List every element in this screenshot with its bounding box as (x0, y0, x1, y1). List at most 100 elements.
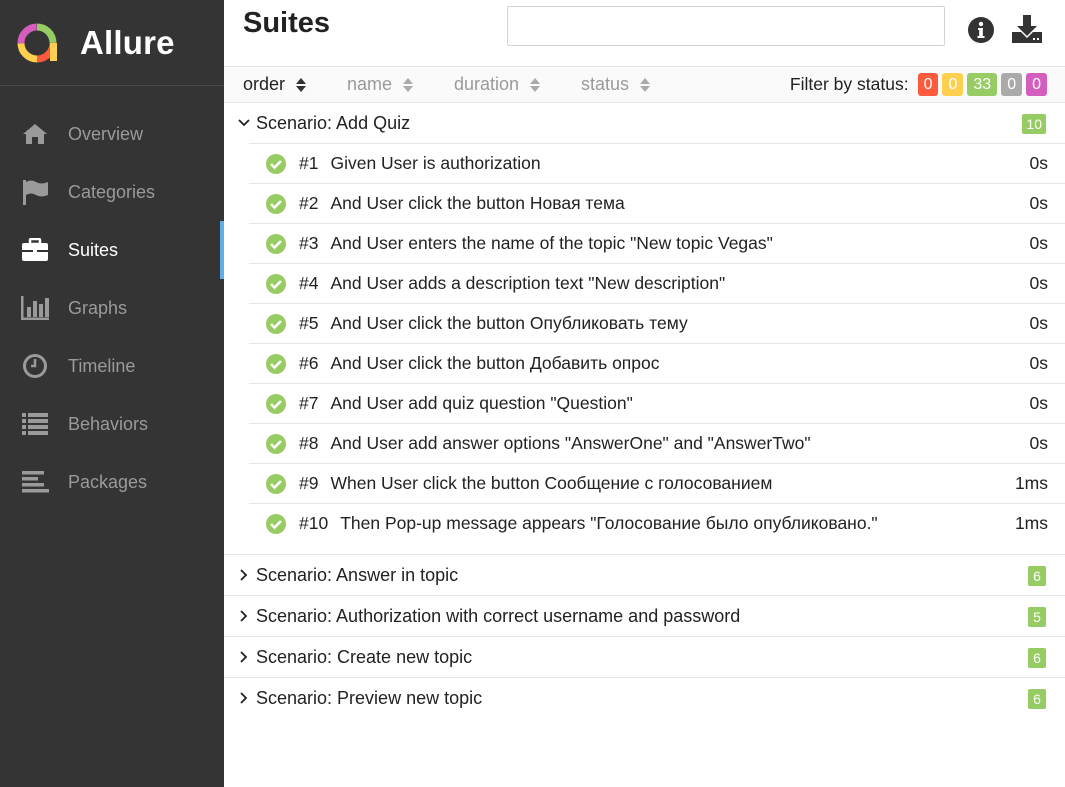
suite-count-badge: 5 (1028, 607, 1046, 627)
test-case-row[interactable]: #7 And User add quiz question "Question"… (249, 383, 1065, 423)
sort-arrows-icon (640, 77, 651, 92)
sort-label: duration (454, 74, 520, 94)
test-case-name: And User click the button Новая тема (330, 193, 625, 213)
sort-name[interactable]: name (347, 67, 414, 102)
chevron-down-icon (238, 119, 250, 127)
test-case-number: #6 (299, 353, 319, 373)
sort-arrows-icon (296, 77, 307, 92)
suite-count-badge: 6 (1028, 566, 1046, 586)
sidebar-item-behaviors[interactable]: Behaviors (0, 395, 224, 453)
passed-check-icon (266, 193, 286, 214)
filter-unknown-badge[interactable]: 0 (1026, 73, 1047, 96)
suite-group-title: Scenario: Create new topic (256, 646, 473, 667)
test-case-number: #3 (299, 233, 319, 253)
test-case-number: #10 (299, 513, 329, 533)
passed-check-icon (266, 353, 286, 374)
status-filter: Filter by status: 0 0 33 0 0 (790, 67, 1047, 102)
suite-group: Scenario: Authorization with correct use… (224, 596, 1065, 637)
sidebar-item-timeline[interactable]: Timeline (0, 337, 224, 395)
flag-icon (20, 177, 50, 207)
sort-label: order (243, 74, 286, 94)
chevron-right-icon (240, 569, 248, 581)
suite-count-badge: 6 (1028, 648, 1046, 668)
test-case-row[interactable]: #8 And User add answer options "AnswerOn… (249, 423, 1065, 463)
suite-group-header[interactable]: Scenario: Add Quiz 10 (224, 103, 1065, 143)
sort-label: status (581, 74, 630, 94)
sidebar-item-label: Packages (68, 471, 148, 492)
test-case-row[interactable]: #2 And User click the button Новая тема … (249, 183, 1065, 223)
suite-group-header[interactable]: Scenario: Answer in topic 6 (224, 555, 1065, 595)
sidebar-item-graphs[interactable]: Graphs (0, 279, 224, 337)
sidebar-item-label: Graphs (68, 297, 128, 318)
suites-tree: Scenario: Add Quiz 10 #1 Given User is a… (224, 103, 1065, 718)
passed-check-icon (266, 153, 286, 174)
sidebar-item-overview[interactable]: Overview (0, 105, 224, 163)
test-case-name: Given User is authorization (330, 153, 541, 173)
test-case-duration: 0s (1029, 193, 1048, 213)
suite-count-badge: 10 (1022, 114, 1046, 134)
suite-group-header[interactable]: Scenario: Preview new topic 6 (224, 678, 1065, 718)
filter-passed-badge[interactable]: 33 (967, 73, 998, 96)
test-case-name: And User add answer options "AnswerOne" … (330, 433, 811, 453)
chevron-right-icon (240, 651, 248, 663)
test-case-number: #5 (299, 313, 319, 333)
allure-logo-icon (17, 23, 57, 62)
sort-label: name (347, 74, 393, 94)
passed-check-icon (266, 233, 286, 254)
passed-check-icon (266, 433, 286, 454)
suite-group-title: Scenario: Authorization with correct use… (256, 605, 741, 626)
sort-status[interactable]: status (581, 67, 651, 102)
brand[interactable]: Allure (0, 0, 224, 86)
test-case-duration: 0s (1029, 233, 1048, 253)
list-icon (20, 409, 50, 439)
download-icon[interactable] (1011, 14, 1043, 44)
test-case-duration: 0s (1029, 273, 1048, 293)
sidebar-item-label: Behaviors (68, 413, 149, 434)
passed-check-icon (266, 273, 286, 294)
test-case-row[interactable]: #6 And User click the button Добавить оп… (249, 343, 1065, 383)
chevron-right-icon (240, 610, 248, 622)
sidebar: Allure Overview Categories Suites Graphs (0, 0, 224, 787)
sidebar-item-packages[interactable]: Packages (0, 453, 224, 511)
suite-group-header[interactable]: Scenario: Authorization with correct use… (224, 596, 1065, 636)
sort-bar: order name duration status Filter by sta… (224, 66, 1065, 103)
test-case-row[interactable]: #1 Given User is authorization 0s (249, 143, 1065, 183)
test-case-list: #1 Given User is authorization 0s #2 And… (224, 143, 1065, 554)
sidebar-item-categories[interactable]: Categories (0, 163, 224, 221)
passed-check-icon (266, 513, 286, 534)
test-case-row[interactable]: #4 And User adds a description text "New… (249, 263, 1065, 303)
suite-group-header[interactable]: Scenario: Create new topic 6 (224, 637, 1065, 677)
suite-group: Scenario: Add Quiz 10 #1 Given User is a… (224, 103, 1065, 555)
test-case-row[interactable]: #5 And User click the button Опубликоват… (249, 303, 1065, 343)
suite-group-title: Scenario: Add Quiz (256, 112, 411, 133)
suite-group: Scenario: Answer in topic 6 (224, 555, 1065, 596)
test-case-number: #2 (299, 193, 319, 213)
search-input[interactable] (507, 6, 945, 46)
filter-broken-badge[interactable]: 0 (942, 73, 964, 96)
sidebar-item-suites[interactable]: Suites (0, 221, 224, 279)
passed-check-icon (266, 473, 286, 494)
sort-duration[interactable]: duration (454, 67, 541, 102)
sort-order[interactable]: order (243, 67, 307, 102)
filter-failed-badge[interactable]: 0 (917, 73, 939, 96)
info-icon[interactable] (967, 16, 995, 44)
page-title: Suites (243, 7, 331, 39)
test-case-row[interactable]: #3 And User enters the name of the topic… (249, 223, 1065, 263)
sidebar-item-label: Overview (68, 123, 144, 144)
test-case-duration: 1ms (1014, 473, 1048, 493)
filter-skipped-badge[interactable]: 0 (1001, 73, 1023, 96)
home-icon (20, 119, 50, 149)
test-case-name: And User adds a description text "New de… (330, 273, 726, 293)
sort-arrows-icon (403, 77, 414, 92)
suite-count-badge: 6 (1028, 689, 1046, 709)
passed-check-icon (266, 313, 286, 334)
test-case-number: #9 (299, 473, 319, 493)
briefcase-icon (20, 235, 50, 265)
test-case-number: #1 (299, 153, 319, 173)
suite-group: Scenario: Create new topic 6 (224, 637, 1065, 678)
filter-label: Filter by status: (789, 74, 909, 94)
test-case-row[interactable]: #10 Then Pop-up message appears "Голосов… (249, 503, 1065, 543)
test-case-duration: 0s (1029, 313, 1048, 333)
test-case-row[interactable]: #9 When User click the button Сообщение … (249, 463, 1065, 503)
test-case-number: #8 (299, 433, 319, 453)
